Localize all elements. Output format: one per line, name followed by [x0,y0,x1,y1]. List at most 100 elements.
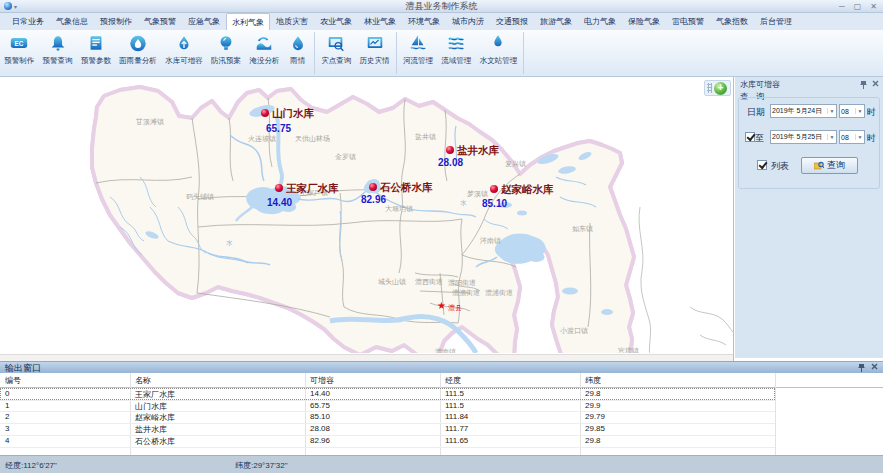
menu-tab-3[interactable]: 预报制作 [94,13,138,30]
town-label: 金罗镇 [335,153,356,161]
menu-tab-15[interactable]: 保险气象 [622,13,666,30]
maximize-button[interactable]: ▢ [854,0,862,13]
start-hour-select[interactable]: 08 ▼ [839,104,865,118]
防汛预案-button[interactable]: 防汛预案 [207,30,245,76]
table-cell: 29.8 [585,389,601,398]
window-title: 澧县业务制作系统 [0,0,883,13]
menu-tab-12[interactable]: 交通预报 [490,13,534,30]
menu-tab-17[interactable]: 气象指数 [710,13,754,30]
menu-tab-1[interactable]: 日常业务 [6,13,50,30]
to-date-checkbox[interactable] [745,132,755,142]
alert-query-icon [48,33,68,53]
panel-title: 水库可增容 [740,80,780,89]
toolbar-button-label: 灾点查询 [321,56,351,66]
pin-icon[interactable] [858,363,865,372]
zoom-in-button[interactable]: + [714,82,727,95]
end-date-select[interactable]: 2019年 5月25日 ▼ [770,130,837,144]
reservoir-dot-icon [369,183,377,191]
list-checkbox[interactable] [757,160,767,170]
panel-close-icon[interactable] [872,80,879,87]
灾点查询-button[interactable]: 灾点查询 [317,30,355,76]
output-table-header: 编号 名称 可增容 经度 纬度 [0,373,883,388]
menu-tab-2[interactable]: 气象信息 [50,13,94,30]
reservoir-capacity-panel: 水库可增容 查 询 日期 2019年 5月24日 ▼ 08 ▼ 时 至 2019… [735,77,883,358]
output-window: 输出窗口 编号名称可增容经度纬度0王家厂水库14.40111.529.81山门水… [0,361,883,455]
水库可增容-button[interactable]: 水库可增容 [161,30,207,76]
table-row[interactable]: 4石公桥水库82.96111.6529.8 [0,435,775,447]
menu-tab-11[interactable]: 城市内涝 [446,13,490,30]
minimize-button[interactable]: ─ [839,0,845,13]
town-label: 涔南镇 [480,237,501,245]
toolbar-separator [314,32,315,74]
start-date-select[interactable]: 2019年 5月24日 ▼ [770,104,837,118]
toolbar-button-label: 预警查询 [43,56,73,66]
table-row[interactable]: 3盐井水库28.08111.7729.85 [0,423,775,435]
table-cell: 111.84 [445,412,468,421]
toolbar-button-label: 水文站管理 [480,56,518,66]
预警查询-button[interactable]: 预警查询 [38,30,76,76]
menu-tab-9[interactable]: 林业气象 [358,13,402,30]
reservoir-value: 28.08 [438,157,463,168]
chevron-down-icon: ▼ [827,108,836,114]
reservoir-value: 65.75 [266,123,291,134]
reservoir-name: 石公桥水库 [379,181,433,193]
date-label: 日期 [747,106,765,119]
reservoir-value: 85.10 [482,198,507,209]
map-horizontal-scrollbar[interactable] [0,354,733,361]
menu-tab-14[interactable]: 电力气象 [578,13,622,30]
town-label: 甘溪滩镇 [135,118,164,126]
hour-suffix: 时 [867,106,876,119]
menu-tab-4[interactable]: 气象预警 [138,13,182,30]
output-close-icon[interactable] [871,363,878,370]
river-name-label: 水 [226,239,233,246]
column-header-4[interactable]: 经度 [445,375,461,386]
column-header-2[interactable]: 名称 [135,375,151,386]
menu-tab-7[interactable]: 地质灾害 [270,13,314,30]
map-area[interactable]: 甘溪滩镇码头铺镇火连坡镇天供山林场金罗镇盐井镇复兴镇梦溪镇王家厂镇大堰垱镇涔南镇… [0,77,734,361]
menu-tab-13[interactable]: 旅游气象 [534,13,578,30]
menu-tab-16[interactable]: 雷电预警 [666,13,710,30]
menu-tab-6[interactable]: 水利气象 [226,13,270,30]
table-cell: 111.5 [445,401,464,410]
reservoir-capacity-icon [174,33,194,53]
toolbar-button-label: 预警参数 [81,56,111,66]
outside-features [639,207,733,353]
town-label: 澧阳街道 [448,279,476,287]
面雨量分析-button[interactable]: 面雨量分析 [115,30,161,76]
end-hour-select[interactable]: 08 ▼ [839,130,865,144]
column-header-3[interactable]: 可增容 [310,375,334,386]
list-label: 列表 [771,160,789,173]
hour-suffix: 时 [867,132,876,145]
menu-tab-5[interactable]: 应急气象 [182,13,226,30]
menu-tab-18[interactable]: 后台管理 [754,13,798,30]
column-header-1[interactable]: 编号 [5,375,21,386]
table-cell: 石公桥水库 [135,436,175,447]
toolbar-button-label: 河流管理 [403,56,433,66]
预警参数-button[interactable]: 预警参数 [77,30,115,76]
雨情-button[interactable]: 雨情 [284,30,312,76]
reservoir-name: 山门水库 [272,107,315,119]
table-row[interactable]: 1山门水库65.75111.529.9 [0,400,775,412]
河流管理-button[interactable]: 河流管理 [399,30,437,76]
town-label: 复兴镇 [505,160,526,168]
table-row[interactable]: 2赵家峪水库85.10111.8429.79 [0,411,775,423]
rain-info-icon [288,33,308,53]
query-button[interactable]: 查询 [801,157,858,174]
水文站管理-button[interactable]: 水文站管理 [476,30,522,76]
column-header-5[interactable]: 纬度 [585,375,601,386]
reservoir-value: 14.40 [267,197,292,208]
menu-tab-8[interactable]: 农业气象 [314,13,358,30]
淹没分析-button[interactable]: 淹没分析 [245,30,283,76]
预警制作-button[interactable]: EC预警制作 [0,30,38,76]
pin-icon[interactable] [860,80,867,89]
county-map: 甘溪滩镇码头铺镇火连坡镇天供山林场金罗镇盐井镇复兴镇梦溪镇王家厂镇大堰垱镇涔南镇… [0,77,733,353]
menu-tab-10[interactable]: 环境气象 [402,13,446,30]
table-cell: 山门水库 [135,401,167,412]
table-row[interactable]: 0王家厂水库14.40111.529.8 [0,388,775,400]
历史灾情-button[interactable]: 历史灾情 [355,30,393,76]
toolbar-button-label: 防汛预案 [211,56,241,66]
drag-handle-icon[interactable] [707,83,712,93]
流域管理-button[interactable]: 流域管理 [437,30,475,76]
town-label: 城头山镇 [377,278,406,286]
close-button[interactable]: ✕ [870,0,877,13]
